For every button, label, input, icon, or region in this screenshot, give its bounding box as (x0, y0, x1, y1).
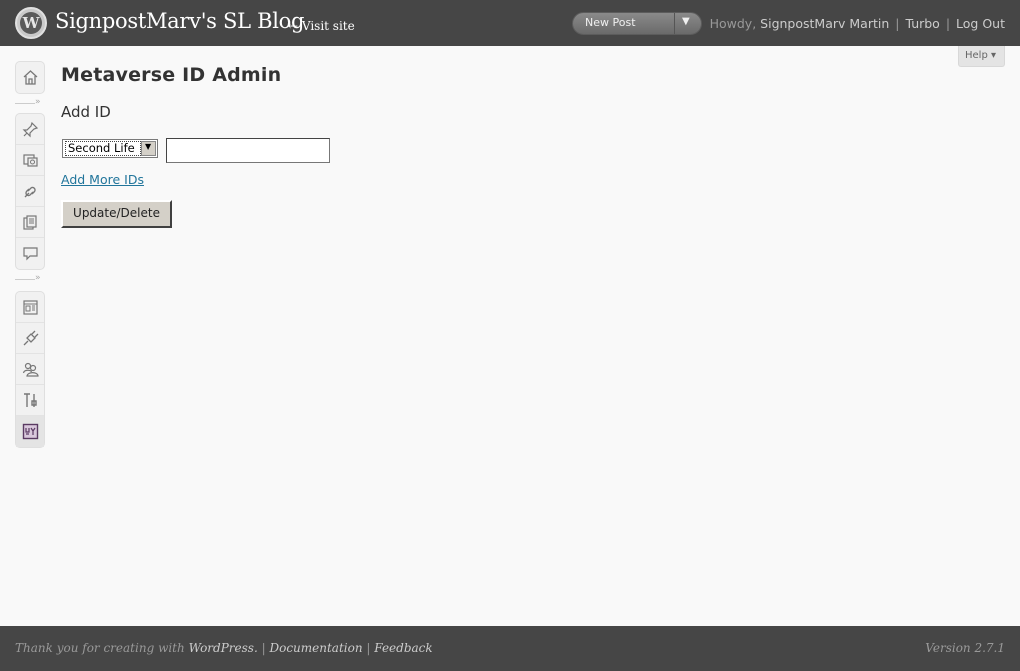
metaverse-id-input[interactable] (166, 138, 330, 163)
sidebar-item-pages[interactable] (16, 207, 44, 238)
logout-link[interactable]: Log Out (956, 16, 1005, 31)
turbo-link[interactable]: Turbo (905, 16, 939, 31)
media-icon (23, 154, 38, 167)
sidebar-item-posts[interactable] (16, 114, 44, 145)
sidebar-item-tools[interactable] (16, 385, 44, 416)
site-title[interactable]: SignpostMarv's SL Blog (55, 9, 304, 33)
wordpress-logo-icon: W (15, 7, 47, 39)
network-select[interactable]: Second Life ▼ (62, 139, 158, 158)
appearance-icon (23, 300, 38, 315)
visit-site-link[interactable]: ← Visit site (288, 19, 355, 33)
sidebar-item-users[interactable] (16, 354, 44, 385)
section-title: Add ID (61, 103, 111, 121)
howdy-text: Howdy, (709, 16, 757, 31)
sidebar-item-links[interactable] (16, 176, 44, 207)
page-title: Metaverse ID Admin (61, 64, 282, 86)
footer-thanks: Thank you for creating with (15, 641, 185, 655)
menu-separator[interactable]: » (15, 273, 45, 285)
dashboard-icon (23, 70, 38, 85)
network-select-value[interactable]: Second Life (65, 141, 141, 156)
footer-credits: Thank you for creating with WordPress. |… (15, 641, 433, 655)
posts-pin-icon (22, 121, 39, 138)
comments-icon (23, 247, 38, 261)
sidebar-item-appearance[interactable] (16, 292, 44, 323)
settings-icon (22, 423, 39, 440)
admin-footer: Thank you for creating with WordPress. |… (0, 626, 1020, 671)
add-more-ids-link[interactable]: Add More IDs (61, 172, 144, 187)
sidebar-item-settings[interactable] (16, 416, 44, 447)
new-post-label[interactable]: New Post (585, 16, 636, 29)
pages-icon (23, 215, 37, 230)
links-icon (24, 186, 36, 198)
sidebar-item-comments[interactable] (16, 238, 44, 269)
dropdown-arrow-icon[interactable]: ▼ (141, 141, 156, 156)
wordpress-link[interactable]: WordPress. (189, 641, 258, 655)
menu-group-settings (15, 291, 45, 448)
sidebar-item-dashboard[interactable] (16, 62, 44, 93)
menu-group-dashboard (15, 61, 45, 94)
user-profile-link[interactable]: SignpostMarv Martin (760, 16, 889, 31)
admin-header: W SignpostMarv's SL Blog ← Visit site Ne… (0, 0, 1020, 46)
sidebar-item-plugins[interactable] (16, 323, 44, 354)
help-tab-label[interactable]: Help ▾ (965, 50, 996, 61)
chevron-down-icon[interactable]: ▼ (682, 16, 690, 27)
users-icon (22, 362, 39, 377)
new-post-button[interactable]: New Post ▼ (572, 12, 702, 35)
menu-separator[interactable]: » (15, 97, 45, 109)
help-tab[interactable]: Help ▾ (958, 46, 1005, 67)
documentation-link[interactable]: Documentation (269, 641, 362, 655)
version-text: Version 2.7.1 (925, 641, 1005, 655)
sidebar-item-media[interactable] (16, 145, 44, 176)
tools-icon (24, 393, 37, 407)
feedback-link[interactable]: Feedback (374, 641, 432, 655)
menu-group-content (15, 113, 45, 270)
new-post-divider (674, 13, 675, 34)
plugins-icon (23, 330, 39, 346)
update-delete-button[interactable]: Update/Delete (61, 200, 172, 228)
user-info: Howdy, SignpostMarv Martin | Turbo | Log… (709, 16, 1005, 31)
